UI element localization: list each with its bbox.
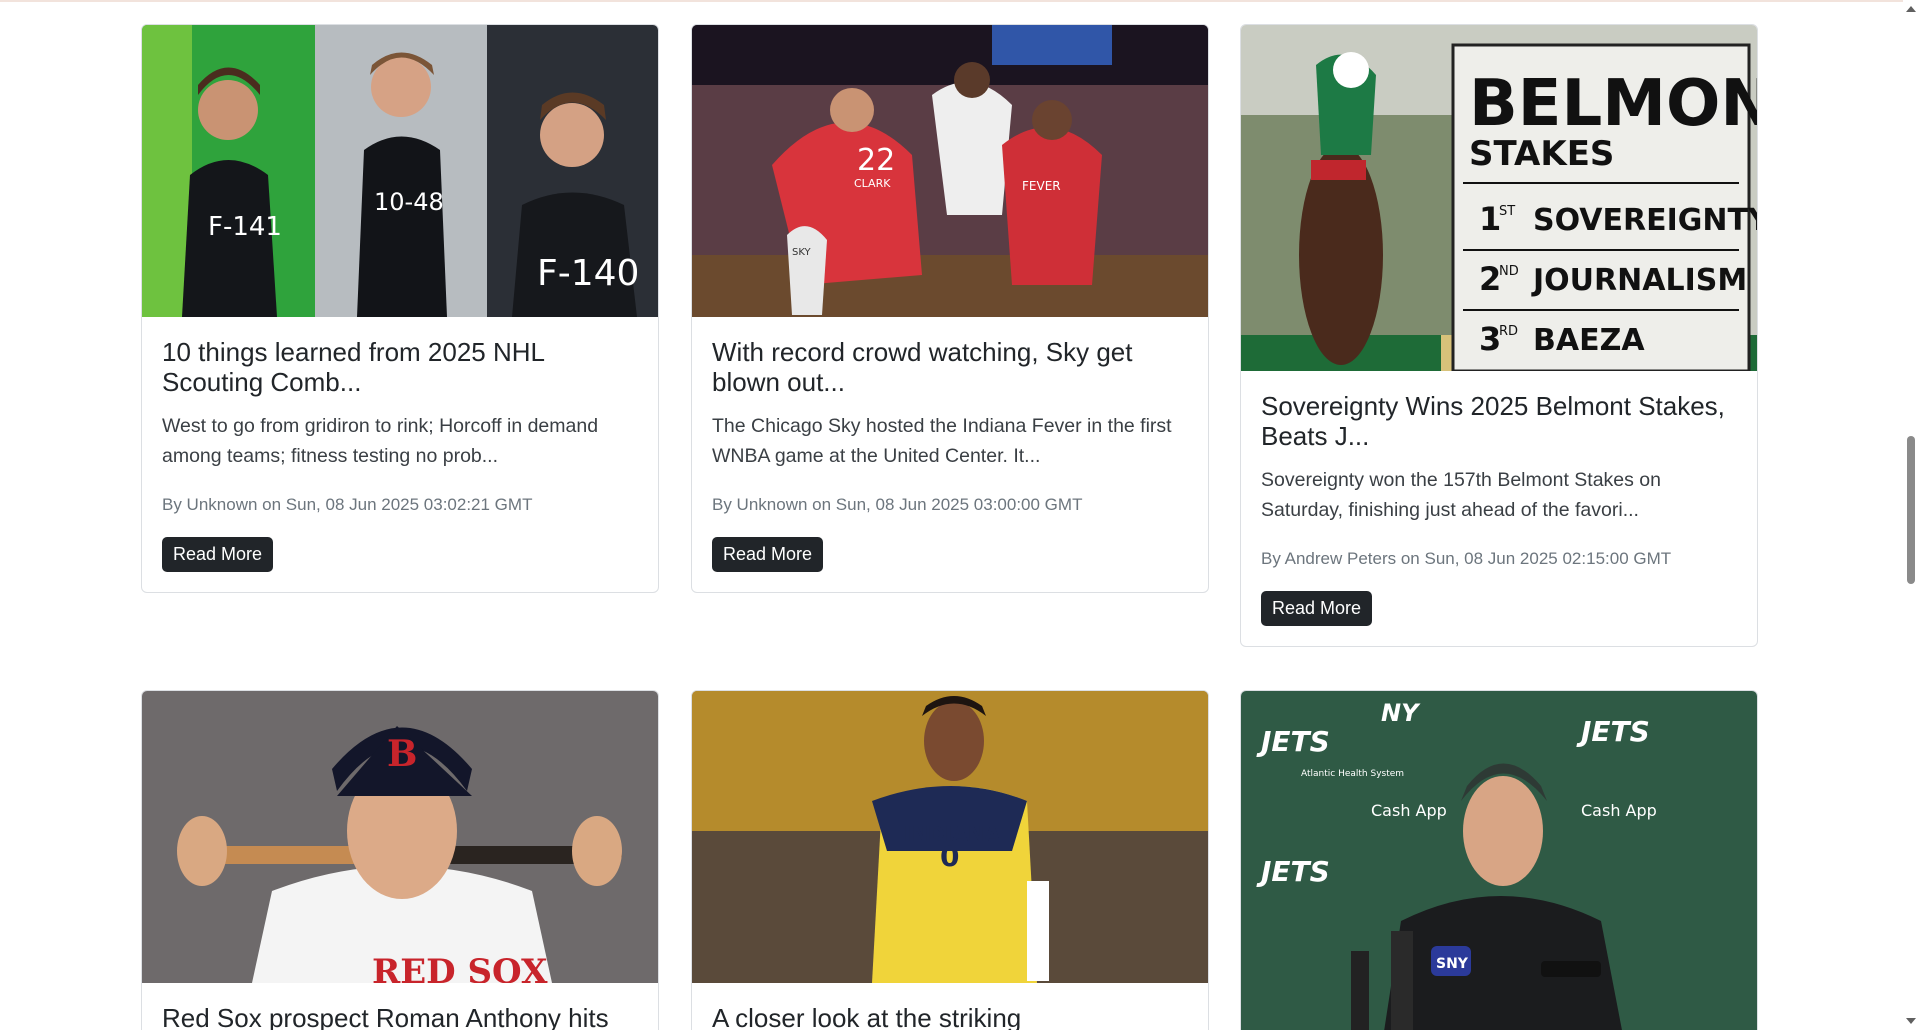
- article-title[interactable]: With record crowd watching, Sky get blow…: [712, 337, 1188, 397]
- article-summary: West to go from gridiron to rink; Horcof…: [162, 415, 599, 467]
- article-meta: By Unknown on Sun, 08 Jun 2025 03:00:00 …: [712, 495, 1083, 514]
- article-image[interactable]: JETS JETS NY Cash App Cash App Atlantic …: [1241, 691, 1757, 1030]
- article-card: 22 CLARK FEVER SKY With record crowd wat…: [691, 24, 1209, 593]
- card-body: Sovereignty Wins 2025 Belmont Stakes, Be…: [1241, 371, 1757, 646]
- shirt-label-2: 10-48: [374, 188, 444, 216]
- article-title[interactable]: 10 things learned from 2025 NHL Scouting…: [162, 337, 638, 397]
- place-1-name: SOVEREIGNTY: [1533, 203, 1757, 238]
- read-more-button[interactable]: Read More: [162, 537, 274, 572]
- vertical-scrollbar[interactable]: [1903, 0, 1919, 1030]
- card-body: 10 things learned from 2025 NHL Scouting…: [142, 317, 658, 592]
- backdrop-logo-1: JETS: [1256, 725, 1330, 758]
- scrollbar-thumb[interactable]: [1907, 436, 1915, 584]
- card-body: With record crowd watching, Sky get blow…: [692, 317, 1208, 592]
- scroll-down-arrow-icon[interactable]: [1906, 1018, 1916, 1024]
- article-card: BELMONT STAKES 1 ST SOVEREIGNTY 2 ND JOU…: [1240, 24, 1758, 647]
- backdrop-logo-2: JETS: [1576, 715, 1650, 748]
- read-more-button[interactable]: Read More: [1261, 591, 1373, 626]
- jersey-number: 0: [940, 840, 959, 873]
- jersey-name: CLARK: [854, 177, 891, 190]
- cap-logo: B: [387, 733, 417, 775]
- poster-subheading: STAKES: [1469, 134, 1614, 174]
- place-1-sup: ST: [1499, 204, 1515, 219]
- backdrop-logo-ny: NY: [1381, 699, 1421, 727]
- article-grid: F-141 10-48 F-140 10 things learned from…: [0, 0, 1903, 1030]
- place-2-sup: ND: [1499, 264, 1519, 279]
- article-meta: By Unknown on Sun, 08 Jun 2025 03:02:21 …: [162, 495, 533, 514]
- backdrop-sponsor: Atlantic Health System: [1301, 769, 1404, 779]
- mic-flag: SNY: [1436, 956, 1469, 972]
- article-image[interactable]: B RED SOX: [142, 691, 658, 983]
- backdrop-cashapp: Cash App: [1371, 801, 1447, 820]
- article-image[interactable]: BELMONT STAKES 1 ST SOVEREIGNTY 2 ND JOU…: [1241, 25, 1757, 371]
- jersey-team: FEVER: [1022, 179, 1061, 193]
- shirt-label-1: F-141: [208, 212, 282, 242]
- article-summary: Sovereignty won the 157th Belmont Stakes…: [1261, 469, 1661, 521]
- card-body: Red Sox prospect Roman Anthony hits: [142, 983, 658, 1030]
- article-title[interactable]: A closer look at the striking: [712, 1003, 1188, 1030]
- place-3: 3: [1479, 320, 1501, 358]
- backdrop-logo-3: JETS: [1256, 855, 1330, 888]
- article-image[interactable]: 22 CLARK FEVER SKY: [692, 25, 1208, 317]
- article-card: B RED SOX Red Sox prospect Roman Anthony…: [141, 690, 659, 1030]
- place-2: 2: [1479, 260, 1501, 298]
- article-title[interactable]: Red Sox prospect Roman Anthony hits: [162, 1003, 638, 1030]
- place-2-name: JOURNALISM: [1531, 263, 1747, 298]
- shirt-label-3: F-140: [537, 253, 639, 294]
- card-body: A closer look at the striking: [692, 983, 1208, 1030]
- article-summary: The Chicago Sky hosted the Indiana Fever…: [712, 415, 1172, 467]
- place-1: 1: [1479, 200, 1501, 238]
- article-card: F-141 10-48 F-140 10 things learned from…: [141, 24, 659, 593]
- jersey-wordmark: RED SOX: [372, 952, 548, 983]
- scroll-up-arrow-icon[interactable]: [1906, 6, 1916, 12]
- jersey-team-sky: SKY: [792, 247, 812, 258]
- article-image[interactable]: F-141 10-48 F-140: [142, 25, 658, 317]
- place-3-name: BAEZA: [1533, 323, 1645, 358]
- poster-heading: BELMONT: [1469, 67, 1757, 141]
- article-title[interactable]: Sovereignty Wins 2025 Belmont Stakes, Be…: [1261, 391, 1737, 451]
- read-more-button[interactable]: Read More: [712, 537, 824, 572]
- jersey-number: 22: [857, 143, 895, 178]
- article-image[interactable]: INDIANA 0: [692, 691, 1208, 983]
- place-3-sup: RD: [1499, 324, 1518, 339]
- backdrop-cashapp-2: Cash App: [1581, 801, 1657, 820]
- article-card: INDIANA 0 A closer look at the striking: [691, 690, 1209, 1030]
- article-meta: By Andrew Peters on Sun, 08 Jun 2025 02:…: [1261, 549, 1672, 568]
- article-card: JETS JETS NY Cash App Cash App Atlantic …: [1240, 690, 1758, 1030]
